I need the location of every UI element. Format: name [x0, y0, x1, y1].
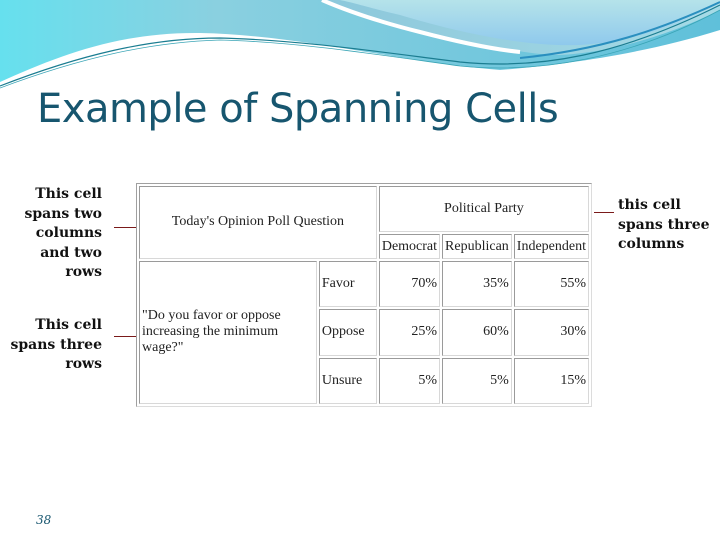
annotation-two-columns-two-rows: This cell spans two columns and two rows	[24, 186, 102, 280]
percent-cell: 25%	[378, 309, 441, 356]
table-header-row: Today's Opinion Poll Question Political …	[139, 186, 589, 259]
question-text-cell: "Do you favor or oppose increasing the m…	[139, 260, 317, 404]
slide-number: 38	[36, 513, 52, 527]
response-label: Unsure	[318, 357, 377, 404]
party-democrat: Democrat	[378, 234, 441, 259]
percent-cell: 35%	[442, 260, 512, 308]
percent-cell: 15%	[513, 357, 589, 404]
percent-cell: 70%	[378, 260, 441, 308]
percent-cell: 30%	[513, 309, 589, 356]
annotation-three-columns: this cell spans three columns	[618, 197, 710, 252]
header-wave-decoration	[0, 0, 720, 90]
opinion-poll-table: Today's Opinion Poll Question Political …	[136, 183, 592, 407]
percent-cell: 5%	[442, 357, 512, 404]
annotation-three-rows: This cell spans three rows	[10, 317, 102, 372]
poll-table-container: Today's Opinion Poll Question Political …	[136, 183, 594, 409]
percent-cell: 55%	[513, 260, 589, 308]
table-row: "Do you favor or oppose increasing the m…	[139, 260, 589, 404]
party-republican: Republican	[442, 234, 512, 259]
percent-cell: 60%	[442, 309, 512, 356]
party-independent: Independent	[513, 234, 589, 259]
response-label: Oppose	[318, 309, 377, 356]
party-header-cell: Political Party	[378, 186, 589, 233]
response-label: Favor	[318, 260, 377, 308]
percent-cell: 5%	[378, 357, 441, 404]
slide-title: Example of Spanning Cells	[37, 86, 559, 132]
question-header-cell: Today's Opinion Poll Question	[139, 186, 377, 259]
